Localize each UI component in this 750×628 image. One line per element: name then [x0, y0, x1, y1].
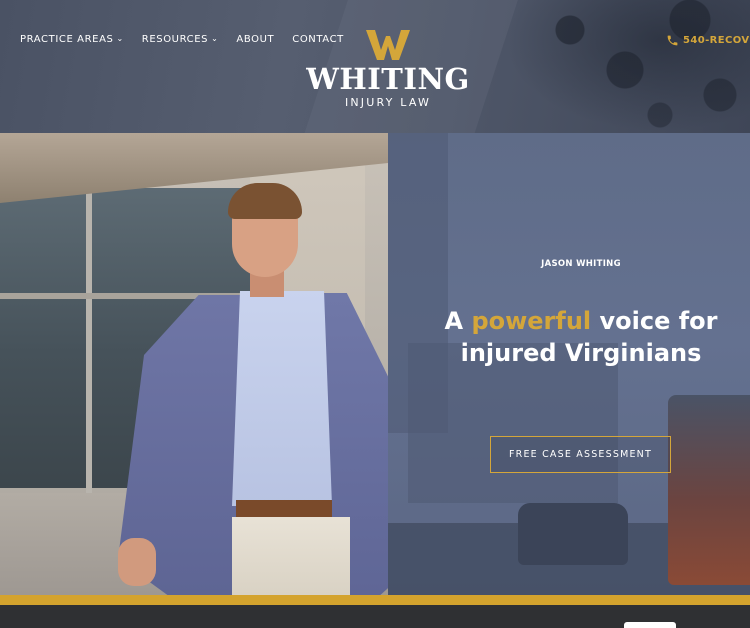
portrait-shirt	[232, 291, 332, 506]
attorney-portrait	[0, 133, 388, 595]
phone-link[interactable]: 540-RECOVER	[666, 34, 750, 47]
portrait-pants	[232, 517, 350, 595]
free-case-assessment-button[interactable]: FREE CASE ASSESSMENT	[490, 436, 671, 473]
nav-resources[interactable]: RESOURCES ⌄	[142, 34, 219, 45]
nav-practice-areas[interactable]: PRACTICE AREAS ⌄	[20, 34, 124, 45]
portrait-hair	[228, 183, 302, 219]
chevron-down-icon: ⌄	[116, 34, 124, 43]
nav-about-label: ABOUT	[236, 34, 275, 45]
header-background-foliage	[530, 0, 750, 133]
hero-section: JASON WHITING A powerful voice for injur…	[0, 133, 750, 595]
portrait-hand	[118, 538, 156, 586]
logo-title: WHITING	[306, 62, 470, 96]
phone-icon	[667, 35, 678, 46]
hero-eyebrow: JASON WHITING	[541, 259, 621, 269]
nav-practice-areas-label: PRACTICE AREAS	[20, 34, 114, 45]
accent-divider-bar	[0, 595, 750, 605]
overlay-background-vehicle	[668, 395, 750, 585]
headline-pre: A	[444, 307, 472, 335]
site-logo[interactable]: WHITING INJURY LAW	[300, 30, 476, 109]
headline-mid: voice for	[591, 307, 718, 335]
cta-label: FREE CASE ASSESSMENT	[508, 449, 652, 460]
overlay-background-car	[518, 503, 628, 565]
hero-headline: A powerful voice for injured Virginians	[420, 305, 742, 369]
nav-about[interactable]: ABOUT	[236, 34, 274, 45]
phone-number: 540-RECOVER	[683, 35, 750, 46]
floating-tab[interactable]	[624, 622, 676, 628]
logo-w-mark-icon	[366, 30, 410, 60]
headline-line2: injured Virginians	[460, 339, 702, 367]
nav-resources-label: RESOURCES	[141, 34, 209, 45]
main-nav: PRACTICE AREAS ⌄ RESOURCES ⌄ ABOUT CONTA…	[20, 34, 344, 45]
headline-accent-word: powerful	[471, 307, 592, 335]
logo-subtitle: INJURY LAW	[344, 96, 432, 109]
hero-photo	[0, 133, 388, 595]
site-header: PRACTICE AREAS ⌄ RESOURCES ⌄ ABOUT CONTA…	[0, 0, 750, 133]
portrait-belt	[236, 500, 332, 518]
chevron-down-icon: ⌄	[211, 34, 219, 43]
